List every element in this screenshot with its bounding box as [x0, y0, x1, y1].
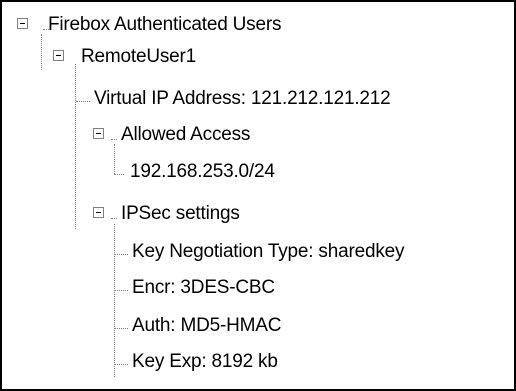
tree-node-label: Auth: MD5-HMAC: [132, 315, 282, 336]
tree-node-allowed-subnet[interactable]: 192.168.253.0/24: [2, 159, 512, 189]
tree-node-virtual-ip-address[interactable]: Virtual IP Address: 121.212.121.212: [2, 86, 512, 116]
tree-node-label: IPSec settings: [121, 203, 240, 224]
tree-node-label: Allowed Access: [121, 124, 251, 145]
tree-node-label: Encr: 3DES-CBC: [132, 277, 275, 298]
authenticated-users-tree[interactable]: Firebox Authenticated Users RemoteUser1 …: [0, 0, 516, 391]
collapse-icon[interactable]: [93, 128, 104, 139]
tree-node-key-expiration[interactable]: Key Exp: 8192 kb: [2, 349, 512, 379]
tree-node-label: 192.168.253.0/24: [130, 161, 275, 182]
tree-node-label: Virtual IP Address: 121.212.121.212: [94, 88, 391, 109]
tree-node-encryption[interactable]: Encr: 3DES-CBC: [2, 275, 512, 305]
tree-node-label: Key Exp: 8192 kb: [132, 351, 278, 372]
tree-node-label: Firebox Authenticated Users: [48, 14, 282, 35]
tree-node-ipsec-settings[interactable]: IPSec settings: [2, 203, 512, 233]
tree-node-firebox-authenticated-users[interactable]: Firebox Authenticated Users: [2, 14, 512, 44]
collapse-icon[interactable]: [93, 207, 104, 218]
collapse-icon[interactable]: [17, 18, 28, 29]
tree-node-label: Key Negotiation Type: sharedkey: [132, 241, 405, 262]
tree-node-authentication[interactable]: Auth: MD5-HMAC: [2, 313, 512, 343]
tree-node-label: RemoteUser1: [81, 46, 197, 67]
tree-node-remoteuser1[interactable]: RemoteUser1: [2, 46, 512, 76]
tree-node-key-negotiation-type[interactable]: Key Negotiation Type: sharedkey: [2, 239, 512, 269]
collapse-icon[interactable]: [53, 50, 64, 61]
tree-node-allowed-access[interactable]: Allowed Access: [2, 124, 512, 154]
